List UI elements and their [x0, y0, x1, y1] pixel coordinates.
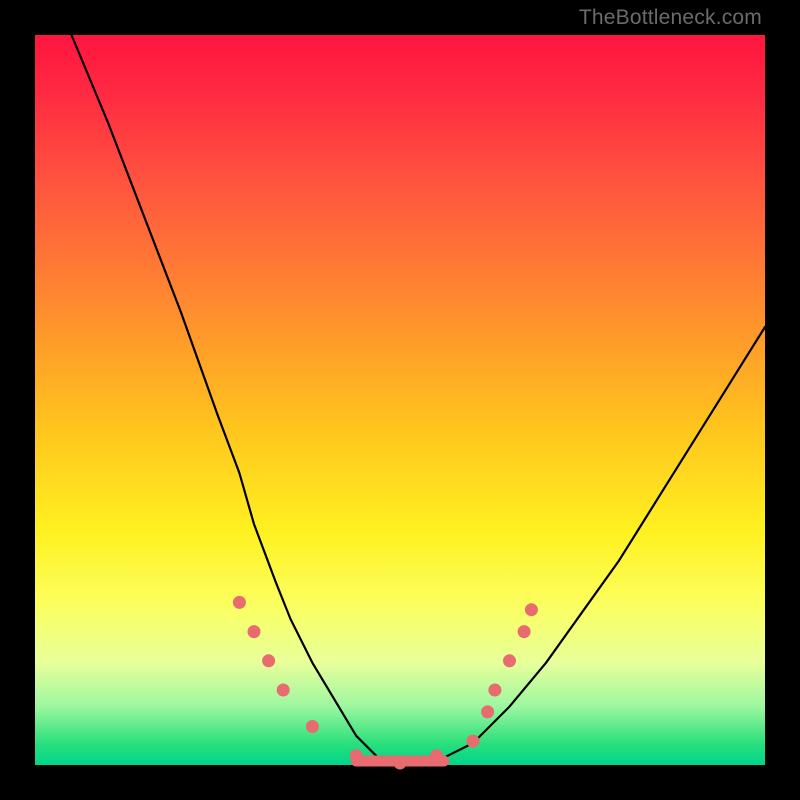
highlight-dot: [233, 596, 246, 609]
highlight-dot: [248, 625, 261, 638]
highlight-dot: [518, 625, 531, 638]
highlight-dot: [430, 749, 443, 762]
highlight-dot: [262, 654, 275, 667]
highlight-dot: [525, 603, 538, 616]
chart-frame: TheBottleneck.com: [0, 0, 800, 800]
highlight-dot: [350, 749, 363, 762]
highlight-dots-group: [233, 596, 538, 770]
highlight-dot: [503, 654, 516, 667]
highlight-dot: [277, 684, 290, 697]
attribution-label: TheBottleneck.com: [579, 6, 762, 30]
highlight-dot: [306, 720, 319, 733]
highlight-dot: [467, 735, 480, 748]
highlight-dot: [488, 684, 501, 697]
highlight-dot: [394, 757, 407, 770]
bottleneck-curve: [72, 35, 766, 765]
highlight-dot: [481, 705, 494, 718]
plot-area: [35, 35, 765, 765]
curve-overlay: [35, 35, 765, 765]
